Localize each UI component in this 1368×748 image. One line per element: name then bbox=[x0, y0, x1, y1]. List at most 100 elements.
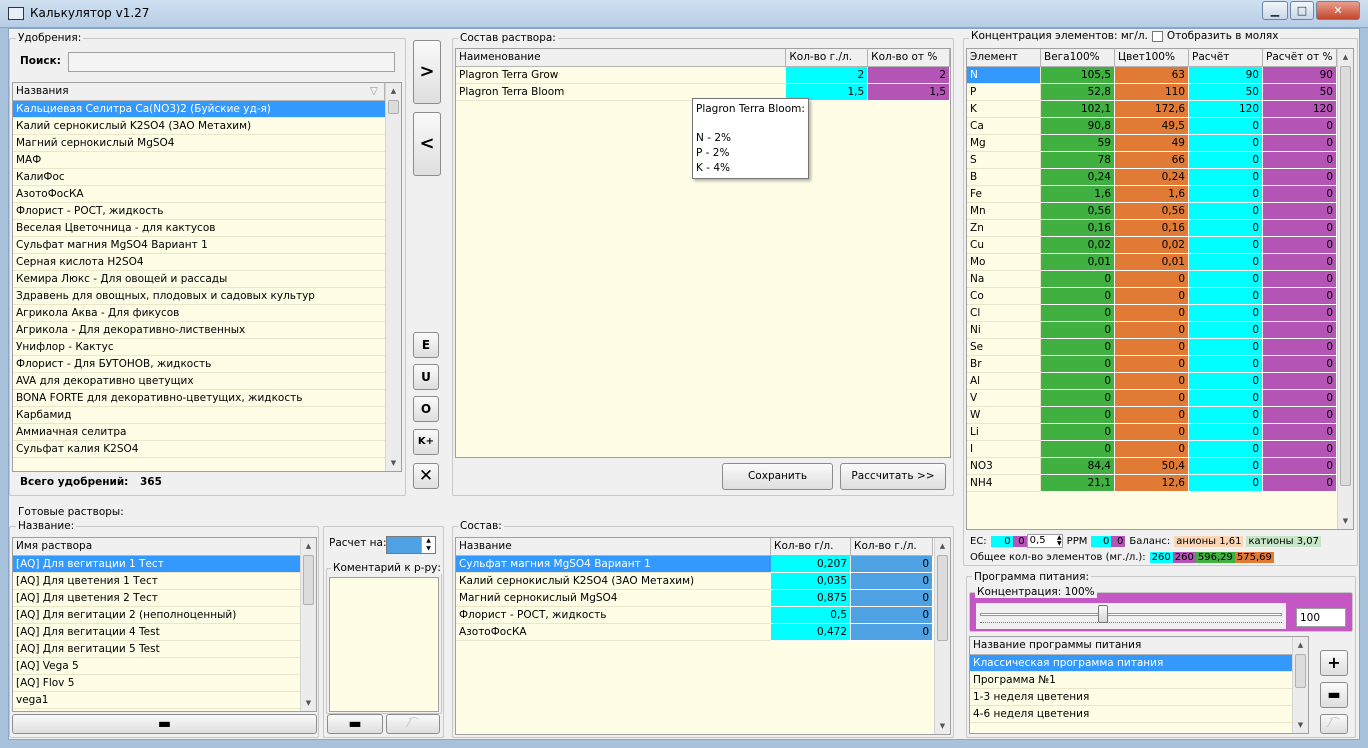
fertilizer-item[interactable]: Серная кислота H2SO4 bbox=[13, 254, 385, 271]
composition-row[interactable]: Флорист - РОСТ, жидкость 0,5 0 bbox=[456, 607, 950, 624]
fertilizer-item[interactable]: Карбамид bbox=[13, 407, 385, 424]
solution-col-qty[interactable]: Кол-во г./л. bbox=[786, 49, 869, 67]
ec-stepper[interactable]: 0,5 ▲ ▼ bbox=[1026, 534, 1063, 548]
elements-col-calc[interactable]: Расчёт bbox=[1189, 49, 1263, 67]
fertilizer-item[interactable]: Кальциевая Селитра Ca(NO3)2 (Буйские уд-… bbox=[13, 101, 385, 118]
scroll-down-icon[interactable]: ▼ bbox=[935, 718, 950, 734]
ready-solution-item[interactable]: [AQ] Для цветения 1 Тест bbox=[13, 573, 301, 590]
chart-icon[interactable]: ⁄⁀ bbox=[1320, 714, 1348, 734]
fertilizer-item[interactable]: Унифлор - Кактус bbox=[13, 339, 385, 356]
solution-row-qty[interactable]: 2 bbox=[786, 67, 869, 84]
ready-solution-item[interactable]: [AQ] Для вегитации 2 (неполноценный) bbox=[13, 607, 301, 624]
composition-row-b[interactable]: 0 bbox=[851, 607, 933, 624]
ready-solution-item[interactable]: [AQ] Для вегитации 5 Test bbox=[13, 641, 301, 658]
elements-table[interactable]: Элемент Вега100% Цвет100% Расчёт Расчёт … bbox=[966, 48, 1354, 530]
add-to-solution-button[interactable]: > bbox=[413, 40, 441, 104]
composition-row-a[interactable]: 0,035 bbox=[771, 573, 851, 590]
composition-col-b[interactable]: Кол-во г./л. bbox=[851, 538, 933, 556]
program-item[interactable]: 4-6 неделя цветения bbox=[970, 706, 1293, 723]
ready-solution-item[interactable]: [AQ] Для вегитации 4 Test bbox=[13, 624, 301, 641]
fertilizer-item[interactable]: Флорист - РОСТ, жидкость bbox=[13, 203, 385, 220]
scroll-up-icon[interactable]: ▲ bbox=[386, 83, 401, 99]
scroll-thumb[interactable] bbox=[1295, 654, 1306, 688]
scroll-down-icon[interactable]: ▼ bbox=[386, 455, 401, 471]
elements-col-calc-pct[interactable]: Расчёт от % bbox=[1263, 49, 1337, 67]
ready-solution-item[interactable]: [AQ] Для вегитации 1 Тест bbox=[13, 556, 301, 573]
fertilizer-item[interactable]: Агрикола Аква - Для фикусов bbox=[13, 305, 385, 322]
composition-row-b[interactable]: 0 bbox=[851, 624, 933, 641]
composition-row-b[interactable]: 0 bbox=[851, 590, 933, 607]
fertilizer-item[interactable]: Флорист - Для БУТОНОВ, жидкость bbox=[13, 356, 385, 373]
composition-scrollbar[interactable]: ▲ ▼ bbox=[934, 538, 950, 734]
fertilizer-item[interactable]: Сульфат магния MgSO4 Вариант 1 bbox=[13, 237, 385, 254]
scroll-down-icon[interactable]: ▼ bbox=[1293, 717, 1308, 733]
composition-row-b[interactable]: 0 bbox=[851, 556, 933, 573]
program-list[interactable]: Название программы питания Классическая … bbox=[969, 636, 1309, 734]
scroll-down-icon[interactable]: ▼ bbox=[1338, 513, 1353, 529]
close-button[interactable]: ✕ bbox=[1316, 1, 1360, 20]
scroll-up-icon[interactable]: ▲ bbox=[1293, 637, 1308, 653]
slider-thumb[interactable] bbox=[1098, 605, 1108, 623]
composition-col-a[interactable]: Кол-во г/л. bbox=[771, 538, 851, 556]
program-scrollbar[interactable]: ▲ ▼ bbox=[1292, 637, 1308, 733]
solution-row-pct[interactable]: 1,5 bbox=[868, 84, 951, 101]
composition-row-a[interactable]: 0,472 bbox=[771, 624, 851, 641]
comment-textarea[interactable] bbox=[329, 577, 439, 712]
composition-row[interactable]: Сульфат магния MgSO4 Вариант 1 0,207 0 bbox=[456, 556, 950, 573]
minimize-button[interactable]: ▁ bbox=[1262, 1, 1288, 20]
k-plus-button[interactable]: K+ bbox=[413, 429, 439, 455]
ready-scrollbar[interactable]: ▲ ▼ bbox=[300, 538, 316, 711]
maximize-button[interactable]: □ bbox=[1290, 1, 1314, 20]
fertilizer-item[interactable]: Кемира Люкс - Для овощей и рассады bbox=[13, 271, 385, 288]
scroll-thumb[interactable] bbox=[303, 555, 314, 605]
fertilizer-item[interactable]: Аммиачная селитра bbox=[13, 424, 385, 441]
composition-row-a[interactable]: 0,5 bbox=[771, 607, 851, 624]
scroll-thumb[interactable] bbox=[388, 100, 399, 114]
scroll-up-icon[interactable]: ▲ bbox=[1338, 49, 1353, 65]
ready-solutions-list[interactable]: Имя раствора [AQ] Для вегитации 1 Тест [A… bbox=[12, 537, 317, 712]
ready-solution-item[interactable]: [AQ] Flov 5 bbox=[13, 675, 301, 692]
elements-col-element[interactable]: Элемент bbox=[967, 49, 1041, 67]
composition-row[interactable]: Магний сернокислый MgSO4 0,875 0 bbox=[456, 590, 950, 607]
elements-scrollbar[interactable]: ▲ ▼ bbox=[1337, 49, 1353, 529]
fertilizer-item[interactable]: Калий сернокислый K2SO4 (ЗАО Метахим) bbox=[13, 118, 385, 135]
fertilizer-item[interactable]: Веселая Цветочница - для кактусов bbox=[13, 220, 385, 237]
fertilizers-list[interactable]: Названия ▽ Кальциевая Селитра Ca(NO3)2 (… bbox=[12, 82, 402, 472]
scroll-thumb[interactable] bbox=[1340, 66, 1351, 486]
remove-program-button[interactable]: ▬ bbox=[1320, 682, 1348, 708]
fertilizer-item[interactable]: КалиФос bbox=[13, 169, 385, 186]
fertilizer-item[interactable]: AVA для декоративно цветущих bbox=[13, 373, 385, 390]
scroll-up-icon[interactable]: ▲ bbox=[935, 538, 950, 554]
search-input[interactable] bbox=[68, 52, 395, 72]
fertilizer-item[interactable]: МАФ bbox=[13, 152, 385, 169]
scroll-up-icon[interactable]: ▲ bbox=[301, 538, 316, 554]
fertilizer-item[interactable]: Сульфат калия K2SO4 bbox=[13, 441, 385, 458]
e-button[interactable]: E bbox=[413, 332, 439, 358]
composition-table[interactable]: Название Кол-во г/л. Кол-во г./л. Сульфа… bbox=[455, 537, 951, 735]
program-item[interactable]: Классическая программа питания bbox=[970, 655, 1293, 672]
clear-button[interactable]: ✕ bbox=[413, 463, 439, 489]
o-button[interactable]: O bbox=[413, 396, 439, 422]
elements-col-flower[interactable]: Цвет100% bbox=[1115, 49, 1189, 67]
ready-column-header[interactable]: Имя раствора bbox=[13, 538, 301, 556]
fertilizer-item[interactable]: АзотоФосКА bbox=[13, 186, 385, 203]
composition-row-a[interactable]: 0,207 bbox=[771, 556, 851, 573]
solution-col-name[interactable]: Наименование bbox=[456, 49, 787, 67]
remove-from-solution-button[interactable]: < bbox=[413, 112, 441, 176]
program-item[interactable]: Программа №1 bbox=[970, 672, 1293, 689]
program-item[interactable]: 1-3 неделя цветения bbox=[970, 689, 1293, 706]
add-program-button[interactable]: + bbox=[1320, 650, 1348, 676]
scroll-down-icon[interactable]: ▼ bbox=[301, 695, 316, 711]
solution-row-pct[interactable]: 2 bbox=[868, 67, 951, 84]
u-button[interactable]: U bbox=[413, 364, 439, 390]
moles-checkbox[interactable] bbox=[1151, 30, 1163, 42]
composition-row-a[interactable]: 0,875 bbox=[771, 590, 851, 607]
remove-comment-button[interactable]: ▬ bbox=[327, 714, 383, 734]
calculate-button[interactable]: Рассчитать >> bbox=[840, 463, 946, 490]
composition-col-name[interactable]: Название bbox=[456, 538, 771, 556]
composition-row[interactable]: АзотоФосКА 0,472 0 bbox=[456, 624, 950, 641]
stepper-arrows-icon[interactable]: ▲ ▼ bbox=[1057, 535, 1062, 547]
ready-solution-item[interactable]: [AQ] Для цветения 2 Тест bbox=[13, 590, 301, 607]
moles-label[interactable]: Отобразить в молях bbox=[1167, 30, 1279, 42]
fertilizers-scrollbar[interactable]: ▲ ▼ bbox=[385, 83, 401, 471]
